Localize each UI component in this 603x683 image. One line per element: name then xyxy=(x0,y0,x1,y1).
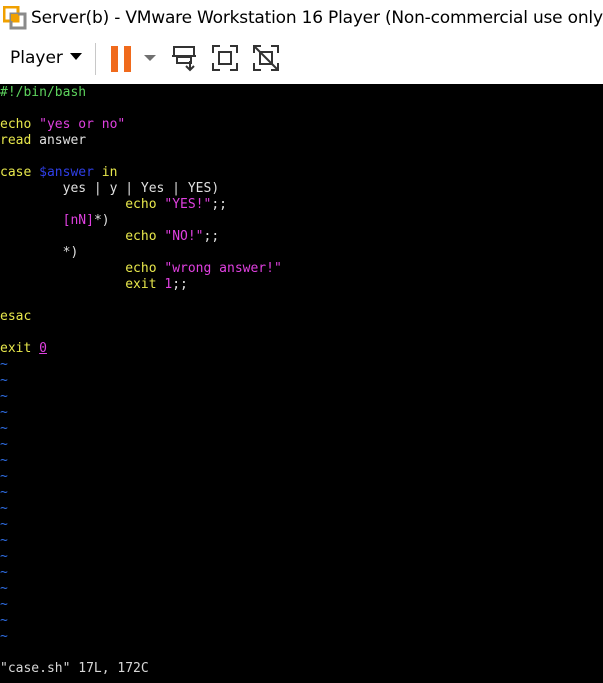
string-literal: "YES!" xyxy=(164,197,212,212)
code-line-12: echo "wrong answer!" xyxy=(0,261,282,277)
toolbar xyxy=(0,36,603,83)
tilde-marker: ~ xyxy=(0,581,8,596)
tilde-marker: ~ xyxy=(0,373,8,388)
tilde-marker: ~ xyxy=(0,469,8,484)
code-line-7: yes | y | Yes | YES) xyxy=(0,181,220,196)
keyword: read xyxy=(0,133,32,148)
keyword: echo xyxy=(125,229,157,244)
code-line-1: #!/bin/bash xyxy=(0,85,87,100)
code-line-11: *) xyxy=(0,245,79,260)
pause-icon-bar xyxy=(124,46,131,72)
tilde-marker: ~ xyxy=(0,549,8,564)
code-line-4: read answer xyxy=(0,133,86,149)
status-line: "case.sh" 17L, 172C xyxy=(0,661,149,676)
code-line-15: esac xyxy=(0,309,32,324)
pause-icon xyxy=(111,46,118,72)
code-text: ;; xyxy=(172,277,188,292)
code-line-6: case $answer in xyxy=(0,165,117,181)
vm-console[interactable]: #!/bin/bash echo "yes or no" read answer… xyxy=(0,84,603,683)
code-text: ;; xyxy=(211,197,227,212)
string-literal: "yes or no" xyxy=(39,117,126,132)
keyword: echo xyxy=(125,197,157,212)
tilde-marker: ~ xyxy=(0,597,8,612)
title-bar: Server(b) - VMware Workstation 16 Player… xyxy=(0,0,603,36)
keyword: echo xyxy=(0,117,32,132)
fullscreen-icon[interactable] xyxy=(211,44,239,72)
send-ctrl-alt-del-icon[interactable] xyxy=(170,44,198,72)
tilde-marker: ~ xyxy=(0,421,8,436)
tilde-marker: ~ xyxy=(0,485,8,500)
player-menu-caret-icon[interactable] xyxy=(70,53,82,60)
code-text: *) xyxy=(93,213,110,228)
number-literal: 0 xyxy=(39,341,47,356)
string-literal: "NO!" xyxy=(164,229,204,244)
tilde-marker: ~ xyxy=(0,565,8,580)
code-line-3: echo "yes or no" xyxy=(0,117,125,133)
code-line-10: echo "NO!";; xyxy=(0,229,219,245)
tilde-marker: ~ xyxy=(0,517,8,532)
tilde-marker: ~ xyxy=(0,357,8,372)
code-line-9: [nN]*) xyxy=(0,213,110,229)
keyword: in xyxy=(101,165,118,180)
unity-icon[interactable] xyxy=(252,44,280,72)
string-literal: "wrong answer!" xyxy=(164,261,282,276)
pattern-bracket: [nN] xyxy=(62,213,94,228)
code-line-13: exit 1;; xyxy=(0,277,188,293)
tilde-marker: ~ xyxy=(0,533,8,548)
tilde-marker: ~ xyxy=(0,613,8,628)
tilde-marker: ~ xyxy=(0,389,8,404)
player-menu[interactable]: Player xyxy=(10,48,63,68)
tilde-marker: ~ xyxy=(0,501,8,516)
pause-menu-caret-icon[interactable] xyxy=(144,55,156,61)
variable: $answer xyxy=(39,165,94,180)
code-line-8: echo "YES!";; xyxy=(0,197,227,213)
tilde-marker: ~ xyxy=(0,437,8,452)
code-text: answer xyxy=(31,133,87,148)
keyword: exit xyxy=(0,341,32,356)
tilde-marker: ~ xyxy=(0,629,8,644)
vmware-icon xyxy=(3,6,27,30)
keyword: exit xyxy=(125,277,157,292)
code-text: ;; xyxy=(203,229,220,244)
keyword: case xyxy=(0,165,32,180)
code-line-17: exit 0 xyxy=(0,341,47,357)
tilde-marker: ~ xyxy=(0,405,8,420)
tilde-marker: ~ xyxy=(0,453,8,468)
window-title: Server(b) - VMware Workstation 16 Player… xyxy=(31,8,603,28)
toolbar-separator xyxy=(95,43,96,75)
keyword: echo xyxy=(125,261,157,276)
pause-button[interactable] xyxy=(111,46,133,72)
